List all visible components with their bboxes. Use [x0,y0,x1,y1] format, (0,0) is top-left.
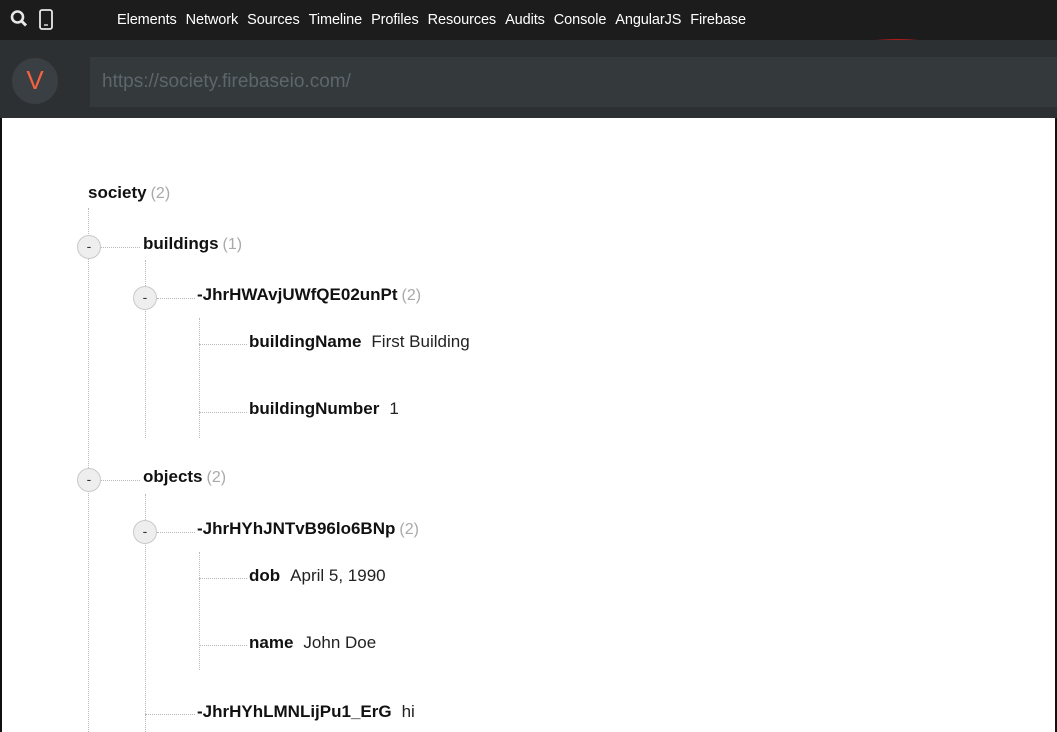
tree-connector [157,532,195,533]
firebase-url-bar: V https://society.firebaseio.com/ [0,40,1057,118]
tab-profiles[interactable]: Profiles [371,12,419,28]
tab-console[interactable]: Console [554,12,607,28]
tab-audits[interactable]: Audits [505,12,545,28]
tree-leaf-name: name John Doe [249,633,376,653]
tree-connector [199,412,247,413]
tab-resources[interactable]: Resources [428,12,497,28]
node-key[interactable]: name [249,633,293,652]
node-child-count: (2) [150,185,171,202]
node-key[interactable]: -JhrHWAvjUWfQE02unPt [197,285,398,304]
tree-connector [100,247,140,248]
tab-firebase[interactable]: Firebase [690,12,746,28]
node-child-count: (2) [399,521,419,538]
tree-connector [199,645,247,646]
node-key[interactable]: society [88,183,147,202]
collapse-toggle-buildings[interactable]: - [77,235,101,259]
tree-connector [100,480,140,481]
devtools-toolbar: Elements Network Sources Timeline Profil… [0,0,1057,47]
tree-leaf-building-number: buildingNumber 1 [249,399,399,419]
collapse-toggle-building-record[interactable]: - [133,286,157,310]
tree-leaf-building-name: buildingName First Building [249,332,470,352]
firebase-url-input[interactable]: https://society.firebaseio.com/ [90,57,1057,107]
tab-network[interactable]: Network [186,12,239,28]
node-key[interactable]: -JhrHYhJNTvB96lo6BNp [197,519,395,538]
search-icon[interactable] [10,8,28,30]
tree-node-buildings: buildings (1) [143,234,242,254]
tree-connector [199,344,247,345]
node-key[interactable]: buildingName [249,332,361,351]
tab-angularjs[interactable]: AngularJS [615,12,681,28]
tab-elements[interactable]: Elements [117,12,177,28]
node-key[interactable]: dob [249,566,280,585]
node-key[interactable]: buildings [143,234,219,253]
node-key[interactable]: -JhrHYhLMNLijPu1_ErG [197,702,392,721]
device-mode-icon[interactable] [38,8,54,32]
tab-timeline[interactable]: Timeline [309,12,363,28]
tree-node-building-record: -JhrHWAvjUWfQE02unPt (2) [197,285,421,305]
node-value[interactable]: hi [402,702,415,721]
devtools-tabs: Elements Network Sources Timeline Profil… [117,0,755,40]
tree-node-objects: objects (2) [143,467,226,487]
node-value[interactable]: 1 [389,399,398,418]
tab-sources[interactable]: Sources [247,12,300,28]
tree-leaf-dob: dob April 5, 1990 [249,566,386,586]
tree-connector [145,714,195,715]
tree-leaf-object-leaf: -JhrHYhLMNLijPu1_ErG hi [197,702,415,722]
node-key[interactable]: objects [143,467,203,486]
node-key[interactable]: buildingNumber [249,399,379,418]
node-child-count: (2) [401,287,422,304]
data-tree: society (2) - buildings (1) - -JhrHWAvjUWf… [0,118,1057,732]
tree-connector [157,298,195,299]
vulcan-logo: V [12,58,58,104]
node-value[interactable]: John Doe [303,633,376,652]
collapse-toggle-object-record[interactable]: - [133,520,157,544]
node-value[interactable]: First Building [371,332,469,351]
node-child-count: (2) [206,469,227,486]
node-child-count: (1) [222,236,243,253]
collapse-toggle-objects[interactable]: - [77,468,101,492]
node-value[interactable]: April 5, 1990 [290,566,385,585]
tree-guide-object-record [199,552,200,670]
tree-connector [199,578,247,579]
tree-node-object-record: -JhrHYhJNTvB96lo6BNp (2) [197,519,419,539]
tree-node-root: society (2) [88,183,170,203]
tree-guide-building-record [199,318,200,438]
